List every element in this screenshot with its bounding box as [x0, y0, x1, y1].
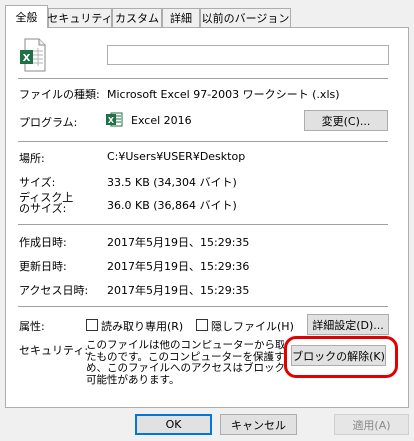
- excel-file-icon: X: [19, 38, 47, 72]
- change-program-button[interactable]: 変更(C)...: [304, 110, 388, 131]
- security-message: このファイルは他のコンピューターから取得し たものです。このコンピューターを保護…: [86, 340, 284, 386]
- file-type-value: Microsoft Excel 97-2003 ワークシート (.xls): [107, 88, 340, 101]
- size-label: サイズ:: [19, 176, 56, 189]
- separator: [18, 224, 388, 225]
- tab-previous-versions[interactable]: 以前のバージョン: [200, 8, 291, 27]
- program-value: Excel 2016: [131, 114, 192, 127]
- filename-input[interactable]: [107, 45, 389, 65]
- location-label: 場所:: [19, 152, 45, 165]
- created-label: 作成日時:: [19, 236, 67, 249]
- separator: [18, 141, 388, 142]
- tab-general[interactable]: 全般: [5, 5, 48, 28]
- accessed-value: 2017年5月19日、15:29:35: [107, 284, 250, 297]
- security-message-line: め、このファイルへのアクセスはブロックされる: [86, 362, 284, 374]
- svg-text:X: X: [23, 53, 31, 64]
- separator: [18, 78, 388, 79]
- attributes-label: 属性:: [19, 320, 45, 333]
- readonly-label[interactable]: 読み取り専用(R): [101, 318, 183, 334]
- advanced-button[interactable]: 詳細設定(D)...: [307, 314, 389, 335]
- unblock-button[interactable]: ブロックの解除(K): [291, 345, 386, 366]
- location-value: C:¥Users¥USER¥Desktop: [107, 150, 246, 163]
- security-message-line: このファイルは他のコンピューターから取得し: [86, 340, 284, 351]
- excel-app-icon: X: [106, 111, 123, 128]
- program-label: プログラム:: [19, 116, 78, 129]
- readonly-checkbox[interactable]: [86, 319, 98, 331]
- file-type-label: ファイルの種類:: [19, 88, 100, 101]
- modified-label: 更新日時:: [19, 260, 67, 273]
- accessed-label: アクセス日時:: [19, 284, 89, 297]
- disk-size-value: 36.0 KB (36,864 バイト): [107, 199, 237, 212]
- created-value: 2017年5月19日、15:29:35: [107, 236, 250, 249]
- security-label: セキュリティ:: [19, 344, 89, 357]
- ok-button[interactable]: OK: [135, 414, 212, 435]
- tab-details[interactable]: 詳細: [162, 8, 200, 27]
- apply-button[interactable]: 適用(A): [334, 414, 409, 435]
- size-value: 33.5 KB (34,304 バイト): [107, 176, 237, 189]
- cancel-button[interactable]: キャンセル: [220, 414, 297, 435]
- tab-security[interactable]: セキュリティ: [47, 8, 113, 27]
- security-message-line: 可能性があります。: [86, 373, 180, 386]
- tab-custom[interactable]: カスタム: [112, 8, 162, 27]
- disk-size-label-line2: のサイズ:: [19, 202, 67, 215]
- disk-size-label: ディスク上 のサイズ:: [19, 192, 73, 214]
- hidden-label[interactable]: 隠しファイル(H): [211, 318, 294, 334]
- modified-value: 2017年5月19日、15:29:36: [107, 260, 250, 273]
- svg-text:X: X: [108, 116, 115, 125]
- separator: [18, 306, 388, 307]
- hidden-checkbox[interactable]: [196, 319, 208, 331]
